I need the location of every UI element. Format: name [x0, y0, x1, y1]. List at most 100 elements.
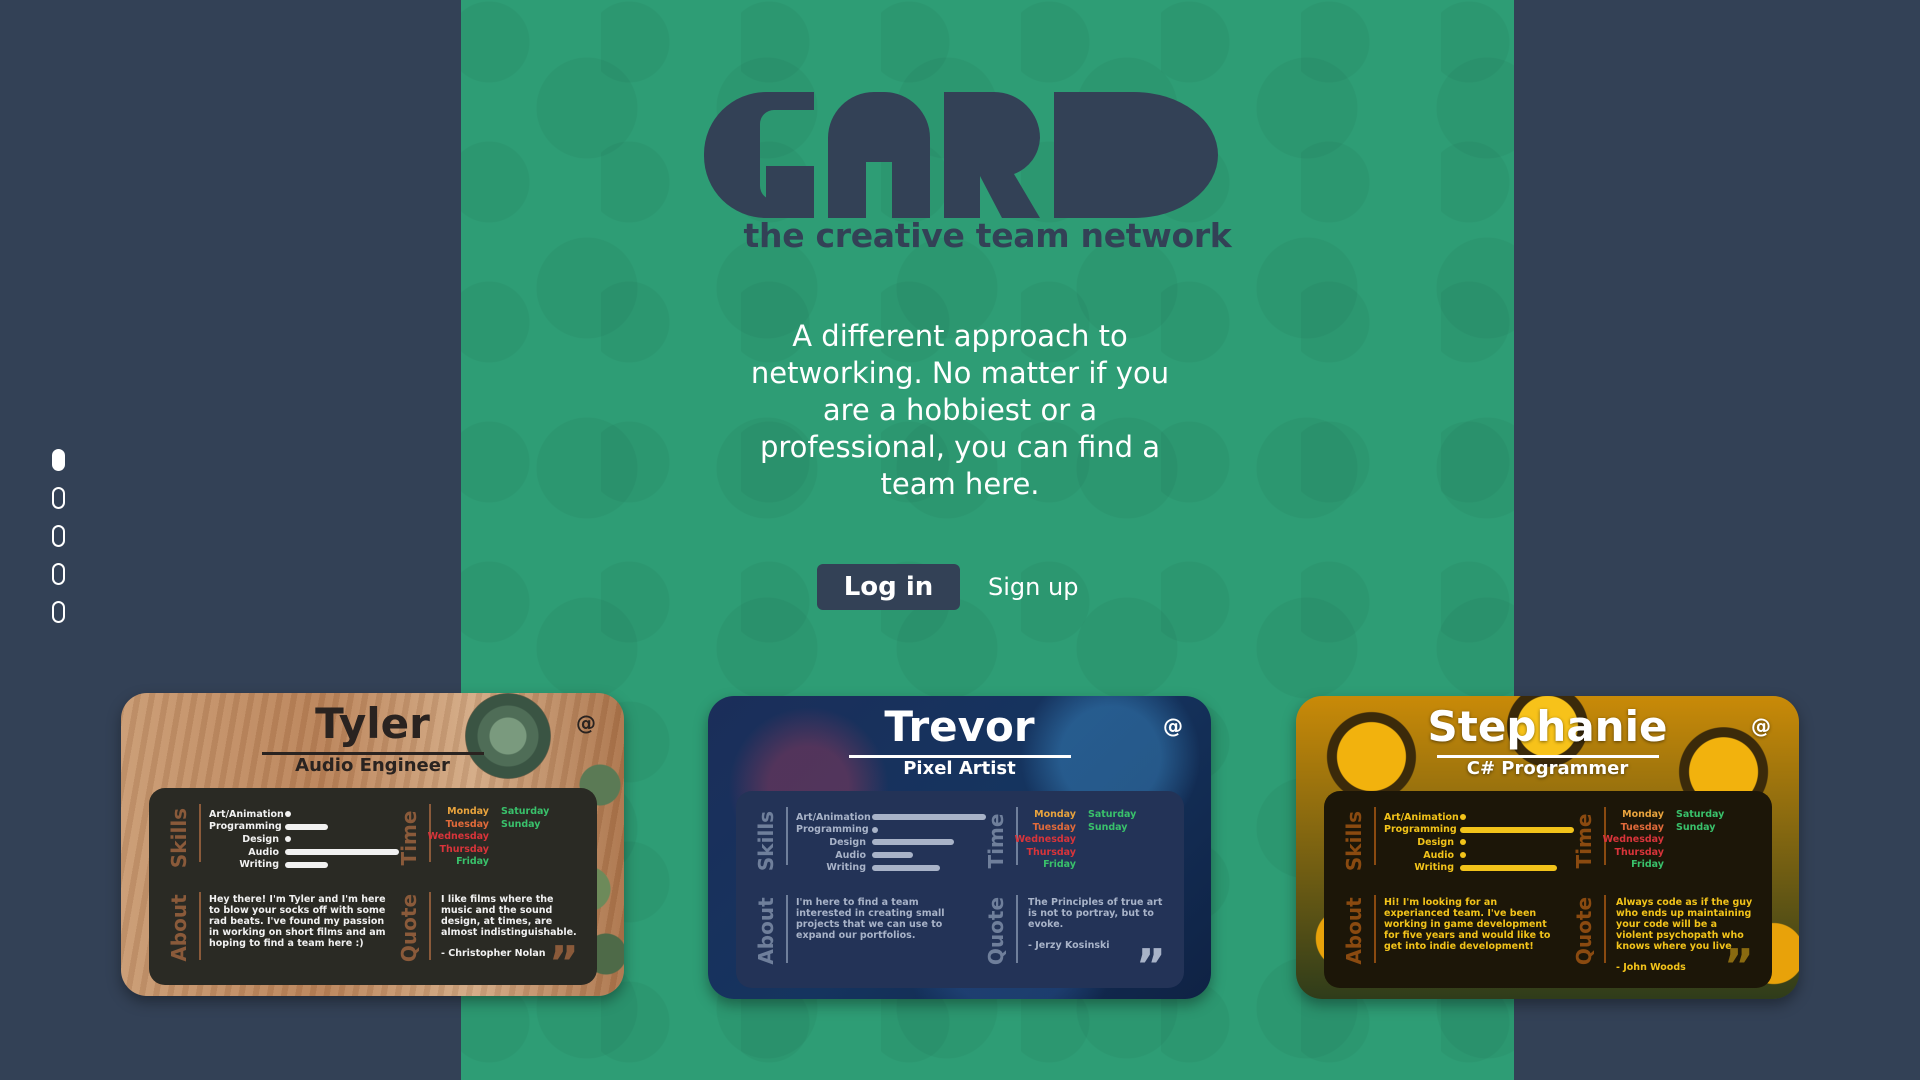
day-label: Sunday	[501, 818, 541, 830]
skill-row: Design	[1384, 836, 1574, 849]
pagination-dot[interactable]	[52, 449, 65, 471]
day-label: Thursday	[1614, 846, 1664, 858]
skills-label: Skills	[1342, 810, 1366, 872]
pagination-dot[interactable]	[52, 487, 65, 509]
time-label: Time	[397, 810, 421, 866]
skill-bar	[1460, 826, 1574, 833]
skill-bar	[1460, 852, 1466, 859]
divider	[1374, 895, 1376, 963]
skill-row: Art/Animation	[1384, 811, 1574, 824]
profile-card[interactable]: Trevor Pixel Artist @ Skills Time About Quote A…	[708, 696, 1211, 999]
profile-card[interactable]: Tyler Audio Engineer @ Skills Time About Quote…	[121, 693, 624, 996]
divider	[786, 807, 788, 865]
skill-bar	[872, 826, 878, 833]
skill-name: Design	[1417, 836, 1454, 848]
skill-name: Audio	[1423, 849, 1454, 861]
skill-bar	[1460, 814, 1466, 821]
day-label: Saturday	[501, 806, 550, 817]
card-role: C# Programmer	[1466, 758, 1629, 779]
quote-mark-icon: ”	[1135, 939, 1166, 993]
about-label: About	[754, 897, 778, 965]
quote-label: Quote	[397, 893, 421, 963]
signup-button[interactable]: Sign up	[976, 564, 1090, 610]
skill-row: Art/Animation	[209, 808, 399, 821]
contact-at-icon[interactable]: @	[576, 711, 596, 735]
skill-track	[872, 864, 986, 871]
profile-card[interactable]: Stephanie C# Programmer @ Skills Time About Qu…	[1296, 696, 1799, 999]
day-label: Wednesday	[427, 831, 489, 843]
skill-track	[1460, 864, 1574, 871]
skill-row: Audio	[796, 849, 986, 862]
day-label: Friday	[1631, 859, 1664, 871]
divider	[1016, 895, 1018, 963]
day-label: Tuesday	[1620, 821, 1664, 833]
skill-name: Writing	[1414, 862, 1454, 874]
skill-name: Design	[829, 836, 866, 848]
card-logo	[704, 92, 1218, 218]
card-name: Stephanie	[1427, 702, 1668, 751]
skill-name: Writing	[826, 862, 866, 874]
contact-at-icon[interactable]: @	[1163, 714, 1183, 738]
pagination-dot[interactable]	[52, 525, 65, 547]
time-label: Time	[984, 813, 1008, 869]
skill-row: Writing	[1384, 861, 1574, 874]
skill-name: Design	[242, 833, 279, 845]
day-label: Friday	[456, 856, 489, 868]
divider	[1374, 807, 1376, 865]
skill-name: Art/Animation	[796, 811, 871, 823]
skill-track	[872, 839, 986, 846]
about-label: About	[167, 894, 191, 962]
login-button[interactable]: Log in	[817, 564, 960, 610]
pagination-dot[interactable]	[52, 563, 65, 585]
divider	[429, 892, 431, 960]
about-text: Hey there! I'm Tyler and I'm here to blo…	[209, 894, 386, 949]
day-label: Wednesday	[1602, 834, 1664, 846]
day-label: Monday	[1034, 809, 1076, 820]
day-label: Tuesday	[445, 818, 489, 830]
skill-row: Programming	[209, 821, 399, 834]
day-label: Thursday	[439, 843, 489, 855]
skills-label: Skills	[167, 807, 191, 869]
skill-track	[285, 836, 399, 843]
skill-bar	[1460, 864, 1557, 871]
divider	[199, 892, 201, 960]
skill-bar	[872, 852, 914, 859]
skill-track	[285, 811, 399, 818]
skill-track	[1460, 839, 1574, 846]
skill-row: Programming	[796, 824, 986, 837]
pagination-dot[interactable]	[52, 601, 65, 623]
day-label: Sunday	[1088, 821, 1128, 833]
quote-text: The Principles of true art is not to por…	[1028, 897, 1163, 930]
quote-text: I like films where the music and the sou…	[441, 894, 577, 938]
skill-track	[285, 823, 399, 830]
tagline: the creative team network	[743, 216, 1232, 255]
day-label: Friday	[1043, 859, 1076, 871]
day-label: Sunday	[1676, 821, 1716, 833]
skill-row: Design	[209, 833, 399, 846]
skill-bar	[285, 836, 291, 843]
skill-track	[872, 852, 986, 859]
skill-name: Art/Animation	[1384, 811, 1459, 823]
skill-bar	[872, 864, 941, 871]
about-text: Hi! I'm looking for an experianced team.…	[1384, 897, 1551, 952]
skill-row: Writing	[209, 858, 399, 871]
day-label: Monday	[447, 806, 489, 817]
skills-list: Art/Animation Programming Design Audio Writi…	[209, 808, 399, 871]
about-label: About	[1342, 897, 1366, 965]
contact-at-icon[interactable]: @	[1751, 714, 1771, 738]
divider	[1604, 895, 1606, 963]
card-info-panel: Skills Time About Quote Art/Animation Program…	[1324, 791, 1772, 989]
skills-list: Art/Animation Programming Design Audio Writi…	[1384, 811, 1574, 874]
skill-track	[872, 826, 986, 833]
pagination-dots	[52, 449, 68, 639]
skill-row: Design	[796, 836, 986, 849]
card-info-panel: Skills Time About Quote Art/Animation Program…	[736, 791, 1184, 993]
skill-name: Programming	[796, 824, 869, 836]
skill-name: Writing	[239, 859, 279, 871]
divider	[786, 895, 788, 963]
skill-bar	[285, 811, 291, 818]
skill-row: Audio	[1384, 849, 1574, 862]
card-name: Tyler	[315, 699, 430, 748]
about-text: I'm here to find a team interested in cr…	[796, 897, 945, 941]
skill-row: Writing	[796, 861, 986, 874]
